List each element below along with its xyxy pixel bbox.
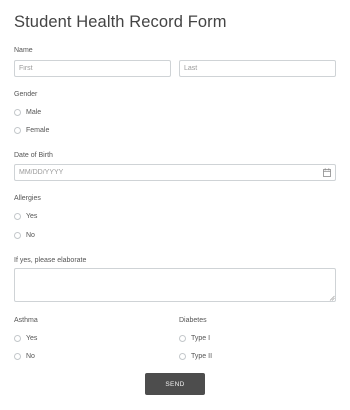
asthma-option-no[interactable]: No (14, 350, 35, 362)
diabetes-label: Diabetes (179, 317, 207, 324)
radio-button[interactable] (14, 108, 21, 116)
allergies-option-no[interactable]: No (14, 229, 35, 241)
radio-button[interactable] (14, 212, 21, 220)
radio-button[interactable] (14, 334, 21, 342)
diabetes-option-type1[interactable]: Type I (179, 332, 210, 344)
gender-option-female[interactable]: Female (14, 124, 49, 136)
allergies-label: Allergies (14, 195, 41, 202)
radio-label: No (26, 231, 35, 239)
name-label: Name (14, 47, 33, 54)
radio-label: Female (26, 126, 50, 134)
asthma-option-yes[interactable]: Yes (14, 332, 37, 344)
radio-button[interactable] (14, 126, 21, 134)
calendar-icon[interactable] (323, 168, 331, 177)
gender-label: Gender (14, 91, 38, 98)
radio-button[interactable] (179, 334, 186, 342)
dob-field (14, 164, 336, 181)
last-name-input[interactable] (179, 60, 336, 77)
radio-label: Type II (191, 352, 213, 360)
dob-label: Date of Birth (14, 152, 53, 159)
send-button[interactable]: SEND (145, 373, 205, 395)
elaborate-textarea[interactable] (14, 268, 336, 302)
radio-button[interactable] (179, 352, 186, 360)
radio-label: Yes (26, 334, 38, 342)
allergies-option-yes[interactable]: Yes (14, 210, 37, 222)
radio-label: No (26, 352, 35, 360)
dob-input[interactable] (14, 164, 336, 181)
radio-button[interactable] (14, 231, 21, 239)
first-name-input[interactable] (14, 60, 171, 77)
radio-button[interactable] (14, 352, 21, 360)
radio-label: Type I (191, 334, 211, 342)
diabetes-option-type2[interactable]: Type II (179, 350, 212, 362)
resize-grip-icon[interactable] (329, 295, 335, 301)
asthma-label: Asthma (14, 317, 38, 324)
radio-label: Male (26, 108, 42, 116)
elaborate-label: If yes, please elaborate (14, 257, 87, 264)
form-title: Student Health Record Form (14, 13, 227, 31)
radio-label: Yes (26, 212, 38, 220)
gender-option-male[interactable]: Male (14, 106, 41, 118)
